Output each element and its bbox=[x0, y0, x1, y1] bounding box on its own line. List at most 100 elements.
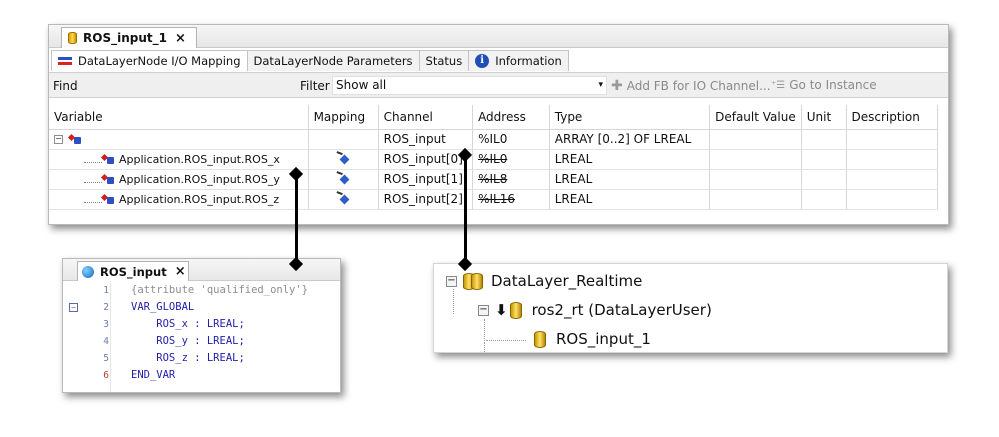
code-line[interactable]: 4 ROS_y : LREAL; bbox=[63, 333, 342, 350]
variable-cell[interactable]: Application.ROS_input.ROS_z bbox=[49, 189, 309, 210]
gvl-code-editor: ROS_input × 1 {attribute 'qualified_only… bbox=[62, 258, 341, 393]
code-line[interactable]: 1 {attribute 'qualified_only'} bbox=[63, 282, 342, 299]
tab-label: Information bbox=[495, 54, 562, 68]
default-value-cell[interactable] bbox=[709, 189, 802, 210]
variable-cell[interactable]: Application.ROS_input.ROS_x bbox=[49, 149, 309, 170]
tab-parameters[interactable]: DataLayerNode Parameters bbox=[246, 50, 420, 71]
channel-cell: ROS_input[1] bbox=[378, 169, 474, 190]
tree-node-ros2-rt[interactable]: − ⬇ ros2_rt (DataLayerUser) bbox=[478, 301, 712, 319]
table-row[interactable]: Application.ROS_input.ROS_z ROS_input[2]… bbox=[49, 189, 939, 210]
mapping-icon bbox=[336, 192, 350, 204]
unit-cell[interactable] bbox=[801, 129, 847, 150]
default-value-cell[interactable] bbox=[709, 129, 802, 150]
variable-cell[interactable]: Application.ROS_input.ROS_y bbox=[49, 169, 309, 190]
database-icon bbox=[534, 330, 546, 348]
tab-io-mapping[interactable]: DataLayerNode I/O Mapping bbox=[51, 50, 248, 71]
close-tab-button[interactable]: × bbox=[175, 264, 186, 279]
type-cell: LREAL bbox=[549, 149, 711, 170]
line-number: 4 bbox=[103, 336, 109, 347]
column-header-unit[interactable]: Unit bbox=[801, 105, 847, 130]
tab-information[interactable]: i Information bbox=[468, 50, 569, 71]
filter-select[interactable]: Show all ▾ bbox=[332, 76, 607, 95]
code-line[interactable]: 3 ROS_x : LREAL; bbox=[63, 316, 342, 333]
default-value-cell[interactable] bbox=[709, 149, 802, 170]
table-header-row: Variable Mapping Channel Address Type De… bbox=[49, 105, 939, 130]
document-tab-ros-input-1[interactable]: ROS_input_1 × bbox=[61, 27, 197, 48]
database-icon bbox=[463, 272, 483, 290]
code-line[interactable]: − 2 VAR_GLOBAL bbox=[63, 299, 342, 316]
variable-name: Application.ROS_input.ROS_x bbox=[119, 152, 280, 166]
go-to-label: Go to Instance bbox=[789, 78, 877, 92]
find-input[interactable] bbox=[83, 76, 295, 95]
column-header-default-value[interactable]: Default Value bbox=[709, 105, 802, 130]
collapse-icon[interactable]: − bbox=[446, 275, 457, 287]
mapping-cell[interactable] bbox=[308, 149, 379, 170]
description-cell[interactable] bbox=[846, 189, 939, 210]
column-header-mapping[interactable]: Mapping bbox=[308, 105, 379, 130]
channel-cell: ROS_input bbox=[378, 129, 474, 150]
address-cell: %IL0 bbox=[472, 129, 550, 150]
database-arrow-icon bbox=[509, 301, 522, 319]
column-header-description[interactable]: Description bbox=[846, 105, 939, 130]
variable-name: Application.ROS_input.ROS_z bbox=[119, 192, 280, 206]
device-tree: − DataLayer_Realtime − ⬇ ros2_rt (DataLa… bbox=[433, 263, 948, 354]
unit-cell[interactable] bbox=[801, 149, 847, 170]
chevron-down-icon[interactable]: ▾ bbox=[598, 77, 603, 94]
add-fb-button[interactable]: ✚ Add FB for IO Channel... bbox=[611, 78, 771, 94]
description-cell[interactable] bbox=[846, 149, 939, 170]
go-to-instance-button[interactable]: ⁺☰ Go to Instance bbox=[771, 78, 877, 92]
address-cell: %IL8 bbox=[472, 169, 550, 190]
close-tab-button[interactable]: × bbox=[175, 31, 186, 46]
description-cell[interactable] bbox=[846, 129, 939, 150]
line-number: 3 bbox=[103, 319, 109, 330]
line-number: 5 bbox=[103, 353, 109, 364]
collapse-icon[interactable]: − bbox=[478, 304, 489, 316]
column-header-type[interactable]: Type bbox=[549, 105, 711, 130]
mapping-cell[interactable] bbox=[308, 169, 379, 190]
line-number: 6 bbox=[103, 370, 109, 381]
io-mapping-editor: ROS_input_1 × DataLayerNode I/O Mapping … bbox=[48, 24, 949, 225]
tree-node-ros-input-1[interactable]: ROS_input_1 bbox=[534, 330, 651, 348]
column-header-channel[interactable]: Channel bbox=[378, 105, 474, 130]
find-label: Find bbox=[53, 79, 78, 93]
type-cell: ARRAY [0..2] OF LREAL bbox=[549, 129, 711, 150]
connector-line bbox=[295, 174, 298, 264]
editor-sub-tabs: DataLayerNode I/O Mapping DataLayerNode … bbox=[49, 50, 948, 71]
fold-icon[interactable]: − bbox=[69, 303, 78, 312]
mapping-cell[interactable] bbox=[308, 129, 379, 150]
collapse-icon[interactable]: − bbox=[54, 135, 63, 144]
info-icon: i bbox=[475, 54, 490, 68]
variable-icon bbox=[102, 174, 115, 185]
column-header-address[interactable]: Address bbox=[472, 105, 550, 130]
code-line[interactable]: 6 END_VAR bbox=[63, 367, 342, 384]
tab-label: Status bbox=[425, 54, 463, 68]
description-cell[interactable] bbox=[846, 169, 939, 190]
code-line[interactable]: 5 ROS_z : LREAL; bbox=[63, 350, 342, 367]
tree-connector bbox=[84, 153, 102, 163]
variable-cell[interactable]: − bbox=[49, 129, 309, 150]
plus-icon: ✚ bbox=[611, 78, 623, 94]
mapping-cell[interactable] bbox=[308, 189, 379, 210]
tree-node-label: ROS_input_1 bbox=[556, 330, 651, 348]
tree-node-datalayer-realtime[interactable]: − DataLayer_Realtime bbox=[446, 272, 642, 290]
table-row[interactable]: Application.ROS_input.ROS_y ROS_input[1]… bbox=[49, 169, 939, 190]
tab-label: DataLayerNode Parameters bbox=[253, 54, 413, 68]
io-mapping-table: Variable Mapping Channel Address Type De… bbox=[49, 105, 939, 210]
address-cell: %IL16 bbox=[472, 189, 550, 210]
arrow-down-icon: ⬇ bbox=[495, 301, 508, 319]
address-cell: %IL0 bbox=[472, 149, 550, 170]
table-row[interactable]: Application.ROS_input.ROS_x ROS_input[0]… bbox=[49, 149, 939, 170]
tab-status[interactable]: Status bbox=[418, 50, 470, 71]
document-tab-strip: ROS_input_1 × bbox=[49, 25, 948, 48]
table-row[interactable]: − ROS_input %IL0 ARRAY [0..2] OF LREAL bbox=[49, 129, 939, 150]
filter-label: Filter bbox=[300, 79, 330, 93]
unit-cell[interactable] bbox=[801, 169, 847, 190]
column-header-variable[interactable]: Variable bbox=[49, 105, 309, 130]
unit-cell[interactable] bbox=[801, 189, 847, 210]
variable-name: Application.ROS_input.ROS_y bbox=[119, 172, 280, 186]
code-tab-ros-input[interactable]: ROS_input × bbox=[77, 261, 189, 281]
tree-connector bbox=[84, 173, 102, 183]
default-value-cell[interactable] bbox=[709, 169, 802, 190]
add-fb-label: Add FB for IO Channel... bbox=[626, 79, 771, 93]
tree-node-label: DataLayer_Realtime bbox=[491, 272, 643, 290]
